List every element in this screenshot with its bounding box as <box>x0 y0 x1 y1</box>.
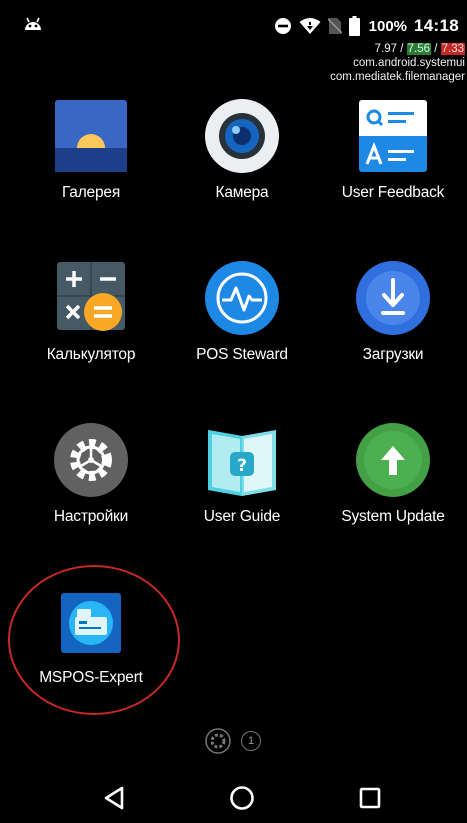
user-feedback-icon <box>359 100 427 172</box>
do-not-disturb-icon <box>274 18 291 34</box>
clock: 14:18 <box>414 16 459 35</box>
navigation-bar <box>0 770 467 823</box>
app-gallery[interactable]: Галерея <box>16 98 166 238</box>
app-label: Настройки <box>53 508 129 525</box>
user-guide-icon: ? <box>208 430 276 496</box>
process-2: com.mediatek.filemanager <box>330 71 465 83</box>
page-indicator: 1 <box>205 728 261 754</box>
load-b: 7.56 <box>406 43 432 55</box>
back-icon <box>104 786 124 810</box>
app-label: User Feedback <box>341 184 445 201</box>
camera-icon <box>205 99 279 173</box>
wifi-icon <box>299 18 321 34</box>
downloads-icon <box>356 261 430 335</box>
process-1: com.android.systemui <box>353 57 465 69</box>
app-camera[interactable]: Камера <box>167 98 317 238</box>
app-system-update[interactable]: System Update <box>318 422 467 562</box>
settings-icon <box>54 423 128 497</box>
svg-text:?: ? <box>237 456 247 476</box>
app-pos-steward[interactable]: POS Steward <box>167 260 317 400</box>
calculator-icon <box>57 262 125 331</box>
load-average: 7.97 / 7.56 / 7.33 <box>330 42 465 56</box>
app-user-feedback[interactable]: User Feedback <box>318 98 467 238</box>
page-home-indicator-icon <box>205 728 231 754</box>
android-notification-icon <box>25 17 41 30</box>
battery-icon <box>348 16 360 36</box>
app-downloads[interactable]: Загрузки <box>318 260 467 400</box>
home-icon <box>230 786 254 810</box>
app-label: Камера <box>215 184 269 201</box>
app-label: Калькулятор <box>46 346 136 363</box>
load-sep-2: / <box>431 43 441 55</box>
annotation-circle <box>8 565 180 715</box>
app-settings[interactable]: Настройки <box>16 422 166 562</box>
recents-button[interactable] <box>350 780 390 816</box>
app-label: POS Steward <box>196 346 288 363</box>
debug-overlay: 7.97 / 7.56 / 7.33 com.android.systemui … <box>330 42 465 84</box>
load-c: 7.33 <box>440 43 465 55</box>
app-label: Загрузки <box>362 346 424 363</box>
load-sep-1: / <box>397 43 407 55</box>
recents-icon <box>359 787 381 809</box>
no-sim-icon <box>327 18 342 34</box>
pos-steward-icon <box>205 261 279 335</box>
battery-percent: 100% <box>368 17 408 35</box>
page-number[interactable]: 1 <box>241 731 261 751</box>
load-a: 7.97 <box>374 43 398 55</box>
status-bar: 100% 14:18 <box>0 0 467 48</box>
app-label: User Guide <box>203 508 281 525</box>
gallery-icon <box>55 100 127 172</box>
status-icons: 100% 14:18 <box>274 14 459 38</box>
app-calculator[interactable]: Калькулятор <box>16 260 166 400</box>
app-user-guide[interactable]: ? User Guide <box>167 422 317 562</box>
back-button[interactable] <box>94 780 134 816</box>
system-update-icon <box>356 423 430 497</box>
home-button[interactable] <box>222 780 262 816</box>
app-label: System Update <box>341 508 445 525</box>
app-label: Галерея <box>61 184 121 201</box>
